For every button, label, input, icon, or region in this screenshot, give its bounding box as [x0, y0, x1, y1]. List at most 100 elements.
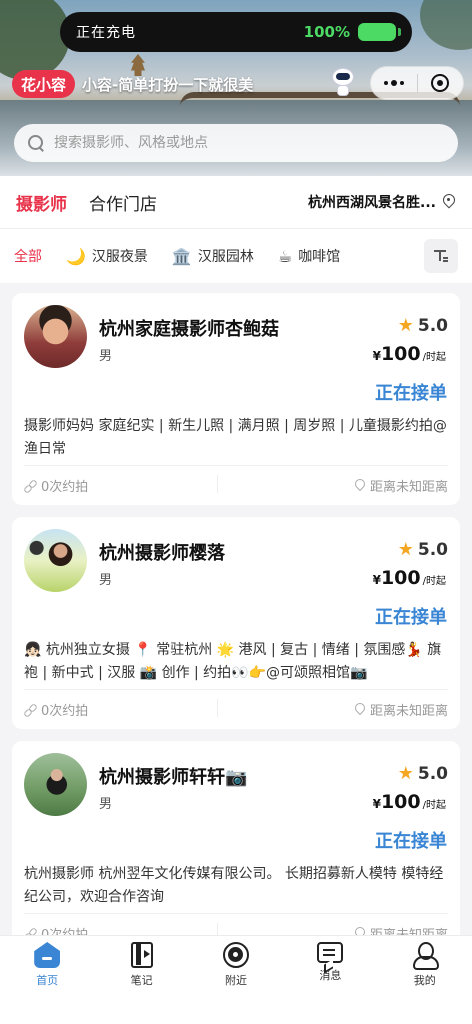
photographer-gender: 男: [99, 573, 113, 588]
filter-label: 咖啡馆: [298, 249, 341, 265]
rating: ★ 5.0: [398, 315, 448, 336]
photographer-name: 杭州摄影师轩轩📷: [99, 767, 248, 788]
accepting-orders-button[interactable]: 正在接单: [375, 603, 447, 629]
photographer-card[interactable]: 杭州摄影师樱落 男 ★ 5.0 ¥ 100 /时起 正在接单 👧🏻 杭州独立女摄…: [12, 517, 460, 729]
shoot-count: 0次约拍: [24, 700, 88, 719]
notes-icon: [130, 942, 153, 968]
price: ¥ 100 /时起: [373, 791, 446, 813]
filter-label: 汉服夜景: [91, 249, 148, 265]
filter-hanfu-garden[interactable]: 🏛️ 汉服园林: [172, 246, 254, 266]
price: ¥ 100 /时起: [373, 343, 446, 365]
close-miniprogram-icon[interactable]: [417, 66, 463, 100]
tab-partner-stores[interactable]: 合作门店: [89, 190, 157, 215]
location-pin-icon: [354, 479, 365, 492]
photographer-card[interactable]: 杭州摄影师轩轩📷 男 ★ 5.0 ¥ 100 /时起 正在接单 杭州摄影师 杭州…: [12, 741, 460, 935]
star-icon: ★: [397, 763, 414, 784]
battery-icon: [358, 23, 401, 41]
photographer-gender: 男: [99, 797, 113, 812]
photographer-name: 杭州家庭摄影师杏鲍菇: [99, 319, 279, 340]
link-icon: [24, 928, 36, 936]
bottom-nav: 首页 笔记 附近 消息 我的: [0, 935, 472, 1024]
divider: [217, 699, 218, 717]
price-value: 100: [380, 343, 421, 365]
price-value: 100: [380, 567, 421, 589]
filter-cafe[interactable]: ☕ 咖啡馆: [278, 246, 340, 266]
shoot-count: 0次约拍: [24, 476, 88, 495]
filter-all[interactable]: 全部: [14, 246, 42, 266]
price-unit: /时起: [422, 352, 446, 363]
tree-image: [420, 0, 472, 50]
accepting-orders-button[interactable]: 正在接单: [375, 379, 447, 405]
distance: 距离未知距离: [354, 476, 448, 495]
search-bar[interactable]: [14, 124, 458, 162]
pagoda-image: [131, 54, 145, 76]
shoot-count-label: 0次约拍: [41, 480, 89, 495]
filter-label: 汉服园林: [197, 249, 254, 265]
brand-badge: 花小容: [12, 70, 76, 98]
divider: [24, 689, 448, 690]
accepting-orders-button[interactable]: 正在接单: [375, 827, 447, 853]
charging-indicator: 正在充电 100%: [60, 12, 412, 52]
search-input[interactable]: [54, 135, 434, 151]
filter-chips: 全部 🌙 汉服夜景 🏛️ 汉服园林 ☕ 咖啡馆: [0, 229, 472, 283]
charging-text: 正在充电: [76, 25, 136, 41]
photographer-card[interactable]: 杭州家庭摄影师杏鲍菇 男 ★ 5.0 ¥ 100 /时起 正在接单 摄影师妈妈 …: [12, 293, 460, 505]
photographer-bio: 杭州摄影师 杭州翌年文化传媒有限公司。 长期招募新人模特 模特经纪公司，欢迎合作…: [24, 866, 444, 905]
nav-notes[interactable]: 笔记: [94, 936, 188, 1024]
rating-value: 5.0: [417, 539, 448, 560]
nav-messages[interactable]: 消息: [283, 936, 377, 1024]
nav-nearby[interactable]: 附近: [189, 936, 283, 1024]
category-tabs: 摄影师 合作门店 杭州西湖风景名胜...: [0, 176, 472, 228]
location-pin-icon: [354, 703, 365, 716]
location-selector[interactable]: 杭州西湖风景名胜...: [308, 192, 456, 212]
filter-label: 全部: [14, 249, 42, 265]
rating: ★ 5.0: [398, 539, 448, 560]
miniprogram-capsule: [370, 66, 464, 100]
nav-label: 首页: [36, 974, 59, 987]
star-icon: ★: [397, 539, 414, 560]
nav-label: 我的: [413, 974, 436, 987]
location-pin-icon: [442, 194, 456, 210]
price-currency: ¥: [372, 573, 381, 587]
star-icon: ★: [397, 315, 414, 336]
nearby-icon: [222, 942, 249, 968]
profile-icon: [412, 942, 439, 970]
shoot-count-label: 0次约拍: [41, 704, 89, 719]
moon-icon: 🌙: [66, 246, 86, 266]
photographer-bio: 👧🏻 杭州独立女摄 📍 常驻杭州 🌟 港风 | 复古 | 情绪 | 氛围感💃 旗…: [24, 642, 442, 681]
tree-image: [0, 0, 70, 80]
photographer-gender: 男: [99, 349, 113, 364]
photographer-bio: 摄影师妈妈 家庭纪实 | 新生儿照 | 满月照 | 周岁照 | 儿童摄影约拍@渔…: [24, 418, 447, 457]
rating-value: 5.0: [417, 763, 448, 784]
avatar: [24, 753, 87, 816]
shoot-count: 0次约拍: [24, 924, 88, 935]
robot-mascot-icon[interactable]: [332, 68, 354, 98]
divider: [24, 913, 448, 914]
more-options-icon[interactable]: [371, 66, 417, 100]
filter-icon: [434, 249, 448, 263]
filter-hanfu-night[interactable]: 🌙 汉服夜景: [66, 246, 148, 266]
nav-profile[interactable]: 我的: [378, 936, 472, 1024]
nav-home[interactable]: 首页: [0, 936, 94, 1024]
nav-label: 附近: [224, 974, 247, 987]
divider: [24, 465, 448, 466]
tab-photographers[interactable]: 摄影师: [16, 190, 67, 215]
coffee-icon: ☕: [277, 246, 293, 266]
avatar: [24, 529, 87, 592]
price-unit: /时起: [422, 800, 446, 811]
avatar: [24, 305, 87, 368]
photographer-list: 杭州家庭摄影师杏鲍菇 男 ★ 5.0 ¥ 100 /时起 正在接单 摄影师妈妈 …: [0, 283, 472, 935]
price-currency: ¥: [372, 797, 381, 811]
divider: [217, 923, 218, 935]
distance: 距离未知距离: [354, 700, 448, 719]
shoot-count-label: 0次约拍: [41, 924, 88, 935]
price-currency: ¥: [372, 349, 381, 363]
distance-label: 距离未知距离: [370, 924, 448, 935]
link-icon: [24, 480, 36, 492]
photographer-name: 杭州摄影师樱落: [99, 543, 225, 564]
search-icon: [28, 135, 44, 151]
filter-button[interactable]: [424, 239, 458, 273]
hero-banner: 正在充电 100% 花小容 小容-简单打扮一下就很美: [0, 0, 472, 178]
home-icon: [34, 942, 61, 968]
price-unit: /时起: [422, 576, 446, 587]
